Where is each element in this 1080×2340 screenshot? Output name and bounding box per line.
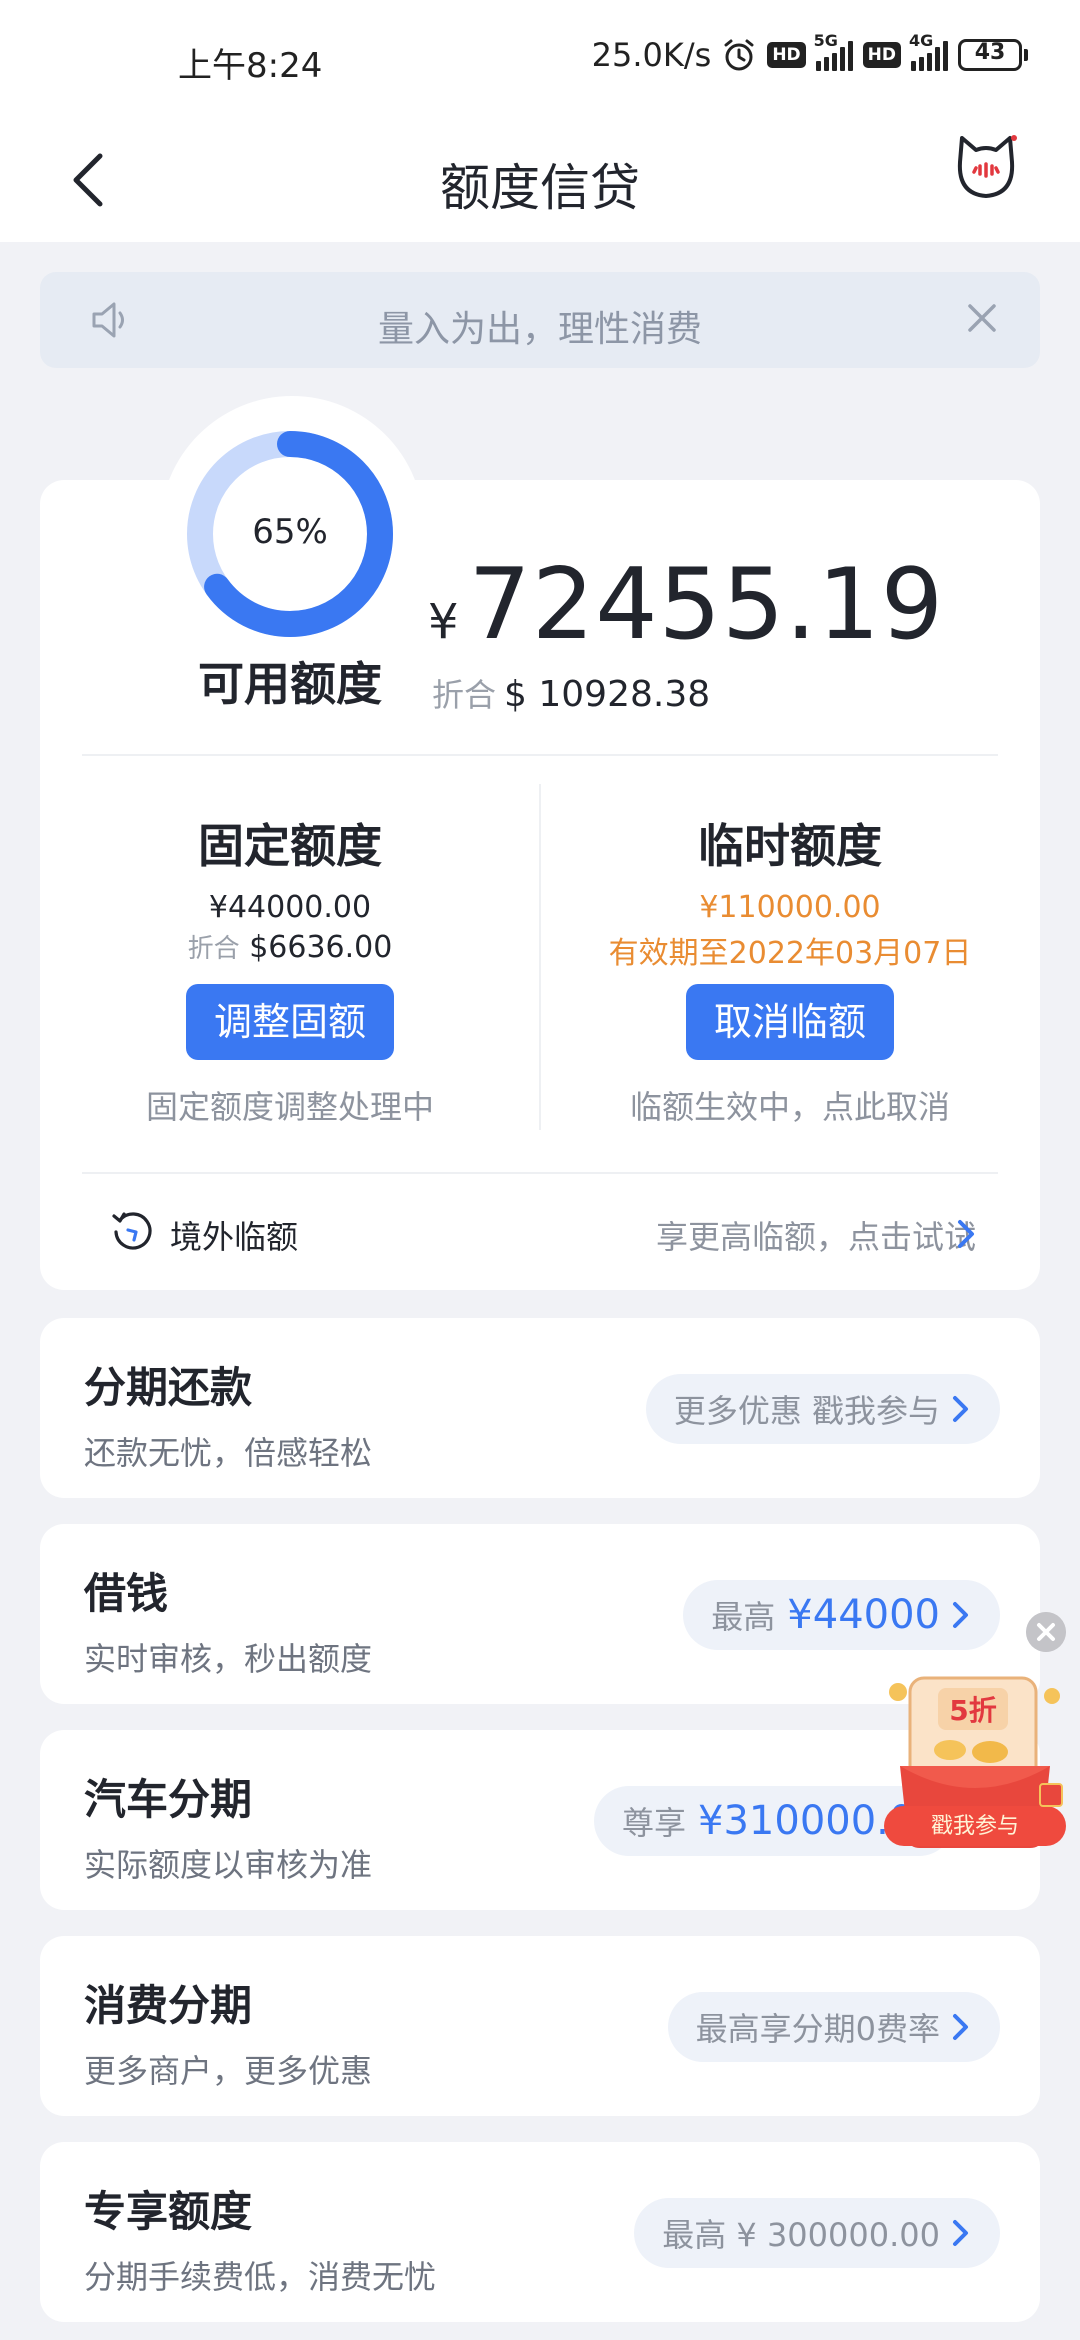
- feature-title: 分期还款: [84, 1363, 253, 1412]
- currency-symbol: ¥: [428, 594, 459, 650]
- fixed-credit-hint: 固定额度调整处理中: [145, 1088, 434, 1126]
- fixed-credit-amount: ¥44000.00: [208, 890, 372, 925]
- fixed-usd-amount: $6636.00: [249, 930, 393, 965]
- divider: [82, 754, 998, 756]
- status-icons: 25.0K/s HD 5G HD 4G 43: [591, 31, 1028, 74]
- feature-title: 汽车分期: [84, 1775, 253, 1824]
- feature-pill[interactable]: 最高 ¥44000: [683, 1580, 1000, 1650]
- pill-text: 最高享分期0费率: [695, 2010, 940, 2048]
- chevron-right-icon[interactable]: [956, 1218, 976, 1250]
- overseas-clock-icon: [112, 1212, 152, 1250]
- promo-close-icon[interactable]: [1026, 1612, 1066, 1652]
- temp-credit-title: 临时额度: [698, 819, 882, 873]
- status-bar: 上午8:24 25.0K/s HD 5G HD 4G 43: [0, 0, 1080, 118]
- chevron-right-icon: [953, 2220, 968, 2246]
- pill-text: 更多优惠 戳我参与: [673, 1392, 940, 1430]
- feature-pill[interactable]: 更多优惠 戳我参与: [645, 1374, 1000, 1444]
- pill-text: 最高: [711, 1598, 776, 1636]
- feature-title: 借钱: [84, 1569, 169, 1618]
- promo-cta: 戳我参与: [931, 1814, 1019, 1839]
- status-time: 上午8:24: [178, 46, 323, 86]
- donut-percent: 65%: [252, 512, 328, 552]
- feature-subtitle: 实际额度以审核为准: [84, 1846, 373, 1884]
- feature-subtitle: 还款无忧，倍感轻松: [84, 1434, 373, 1472]
- close-icon[interactable]: [962, 298, 1002, 338]
- overseas-temp-credit-label[interactable]: 境外临额: [170, 1212, 298, 1258]
- feature-title: 专享额度: [84, 2187, 253, 2236]
- chevron-right-icon: [953, 2014, 968, 2040]
- adjust-fixed-credit-button[interactable]: 调整固额: [186, 984, 394, 1060]
- fixed-usd-label: 折合: [187, 934, 240, 964]
- battery-icon: 43: [958, 39, 1028, 71]
- notice-bar: 量入为出，理性消费: [40, 272, 1040, 368]
- nav-header: 额度信贷: [0, 118, 1080, 242]
- feature-pill[interactable]: 最高 ¥ 300000.00: [634, 2198, 1000, 2268]
- usd-label: 折合: [432, 676, 497, 714]
- pill-text: 尊享: [622, 1804, 687, 1842]
- overseas-temp-credit-action[interactable]: 享更高临额，点击试试: [656, 1212, 976, 1258]
- page-title: 额度信贷: [440, 159, 640, 217]
- signal-4g-icon: 4G: [909, 31, 948, 71]
- feature-pill[interactable]: 最高享分期0费率: [667, 1992, 1000, 2062]
- feature-card-installment-repay[interactable]: 分期还款 还款无忧，倍感轻松 更多优惠 戳我参与: [40, 1318, 1040, 1498]
- hd-badge-2: HD: [862, 42, 901, 68]
- feature-card-consumer-installment[interactable]: 消费分期 更多商户，更多优惠 最高享分期0费率: [40, 1936, 1040, 2116]
- feature-subtitle: 实时审核，秒出额度: [84, 1640, 373, 1678]
- feature-card-exclusive-credit[interactable]: 专享额度 分期手续费低，消费无忧 最高 ¥ 300000.00: [40, 2142, 1040, 2322]
- temp-credit-hint[interactable]: 临额生效中，点此取消: [540, 1082, 1040, 1128]
- feature-title: 消费分期: [84, 1981, 253, 2030]
- usd-equivalent: 折合 $ 10928.38: [432, 670, 710, 716]
- alarm-icon: [724, 39, 754, 71]
- feature-subtitle: 分期手续费低，消费无忧: [84, 2258, 437, 2296]
- temp-credit-amount: ¥110000.00: [699, 890, 881, 925]
- signal-5g-icon: 5G: [814, 31, 853, 71]
- chevron-right-icon: [953, 1602, 968, 1628]
- divider: [82, 1172, 998, 1174]
- temp-credit-validity: 有效期至2022年03月07日: [608, 936, 972, 971]
- hd-badge: HD: [767, 42, 806, 68]
- pill-value: ¥44000: [787, 1592, 940, 1638]
- usd-amount: $ 10928.38: [504, 674, 711, 715]
- feature-subtitle: 更多商户，更多优惠: [84, 2052, 373, 2090]
- network-speed: 25.0K/s: [591, 36, 712, 74]
- cancel-temp-credit-button[interactable]: 取消临额: [686, 984, 894, 1060]
- promo-discount: 5折: [949, 1694, 996, 1727]
- pill-text: 最高 ¥ 300000.00: [662, 2216, 940, 2254]
- fixed-credit-title: 固定额度: [198, 819, 382, 873]
- chevron-right-icon: [953, 1396, 968, 1422]
- available-amount: ¥ 72455.19: [428, 548, 944, 662]
- battery-level: 43: [974, 40, 1006, 65]
- customer-service-cat-icon[interactable]: [954, 132, 1018, 202]
- notice-text: 量入为出，理性消费: [377, 309, 702, 350]
- red-envelope-promo[interactable]: 5折 戳我参与: [880, 1670, 1070, 1860]
- available-credit-label: 可用额度: [198, 657, 382, 711]
- available-amount-value: 72455.19: [468, 548, 945, 662]
- fixed-credit-usd: 折合 $6636.00: [40, 928, 540, 965]
